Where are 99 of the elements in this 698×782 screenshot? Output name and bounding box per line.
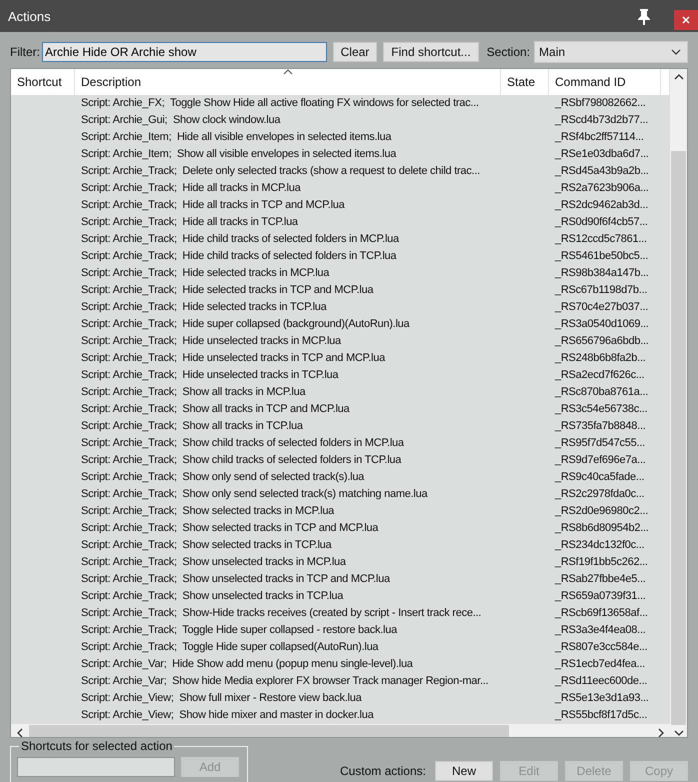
column-header[interactable]: Command ID (549, 69, 661, 95)
table-cell-text: _RS98b384a147b... (554, 266, 650, 281)
table-cell-text: Script: Archie_Track; Show unselected tracks in MCP.lua (80, 555, 347, 570)
column-header[interactable]: Shortcut (11, 69, 75, 95)
table-cell-text: _RS735fa7b8848... (554, 419, 647, 434)
column-header[interactable]: Description (75, 69, 501, 95)
table-cell-text: Script: Archie_Track; Show selected tracks in TCP.lua (80, 538, 333, 553)
table-cell-text: Script: Archie_Track; Show selected tracks in TCP and MCP.lua (80, 521, 380, 536)
table-cell-text: _RS5e13e3d1a93... (554, 691, 650, 706)
table-cell-text: Script: Archie_Track; Show only send selected track(s) matching name.lua (80, 487, 429, 502)
toolbar-button[interactable]: Clear (332, 42, 378, 62)
scroll-right-icon[interactable] (657, 728, 665, 737)
table-cell-text: Script: Archie_Track; Show child tracks of selected folders in TCP.lua (80, 453, 402, 468)
filter-label: Filter: (10, 45, 40, 59)
table-cell-text: Script: Archie_Track; Hide all tracks in MCP.lua (80, 181, 302, 196)
table-cell-text: _RS3c54e56738c... (554, 402, 648, 417)
table-cell-text: Script: Archie_Track; Hide child tracks of selected folders in TCP.lua (80, 249, 398, 264)
table-cell-text: Script: Archie_Track; Hide selected tracks in TCP.lua (80, 300, 328, 315)
custom-actions-label: Custom actions: (340, 764, 426, 778)
table-cell-text: _RS659a0739f31... (554, 589, 647, 604)
chevron-icon (671, 49, 681, 55)
table-cell-text: _RS2c2978fda0c... (554, 487, 646, 502)
table-cell-text: _RS0d90f6f4cb57... (554, 215, 649, 230)
filter-field[interactable]: Archie Hide OR Archie show (42, 42, 327, 62)
table-cell-text: _RSbf798082662... (554, 96, 647, 111)
table-cell-text: Script: Archie_Track; Hide unselected tracks in MCP.lua (80, 334, 342, 349)
scroll-left-icon[interactable] (16, 728, 24, 737)
table-cell-text: Script: Archie_Track; Toggle Hide super collapsed(AutoRun).lua (80, 640, 380, 655)
table-cell-text: _RSf4bc2ff57114... (554, 130, 645, 145)
table-cell-text: _RSd45a43b9a2b... (554, 164, 650, 179)
table-cell-text: Script: Archie_Track; Hide super collapsed (background)(AutoRun).lua (80, 317, 411, 332)
table-cell-text: Script: Archie_Track; Show all tracks in TCP and MCP.lua (80, 402, 351, 417)
table-cell-text: _RS2d0e96980c2... (554, 504, 649, 519)
table-cell-text: Script: Archie_Track; Show only send of selected track(s).lua (80, 470, 366, 485)
table-cell-text: Script: Archie_Track; Delete only selected tracks (show a request to delete child trac... (80, 164, 481, 179)
window-title: Actions (8, 8, 51, 24)
table-cell-text: _RS3a0540d1069... (554, 317, 650, 332)
table-cell-text: _RS2a7623b906a... (554, 181, 650, 196)
table-cell-text: _RSc870ba8761a... (554, 385, 649, 400)
vertical-scrollbar[interactable] (670, 69, 687, 737)
table-cell-text: _RS3a3e4f4ea08... (554, 623, 647, 638)
table-cell-text: Script: Archie_Track; Show child tracks of selected folders in MCP.lua (80, 436, 405, 451)
table-cell-text: _RS1ecb7ed4fea... (554, 657, 646, 672)
table-cell-text: Script: Archie_Item; Show all visible envelopes in selected items.lua (80, 147, 398, 162)
shortcut-field[interactable] (17, 757, 175, 777)
pin-icon[interactable] (638, 9, 650, 25)
scroll-up-icon[interactable] (674, 73, 684, 81)
table-cell-text: _RSab27fbbe4e5... (554, 572, 647, 587)
custom-action-button[interactable]: New (435, 761, 493, 781)
table-cell-text: _RSf19f1bb5c262... (554, 555, 649, 570)
table-cell-text: _RS234dc132f0c... (554, 538, 646, 553)
table-cell-text: Script: Archie_Track; Show all tracks in TCP.lua (80, 419, 304, 434)
close-button[interactable] (674, 10, 698, 30)
table-cell-text: _RS9c40ca5fade... (554, 470, 646, 485)
table-cell-text: _RS12ccd5c7861... (554, 232, 648, 247)
table-cell-text: _RS70c4e27b037... (554, 300, 649, 315)
section-label: Section: (486, 45, 530, 59)
table-cell-text: Script: Archie_Track; Toggle Hide super collapsed - restore back.lua (80, 623, 398, 638)
table-cell-text: _RS248b6b8fa2b... (554, 351, 647, 366)
table-cell-text: Script: Archie_Track; Hide unselected tracks in TCP and MCP.lua (80, 351, 386, 366)
toolbar-button[interactable]: Find shortcut... (383, 42, 479, 62)
table-cell-text: _RSa2ecd7f626c... (554, 368, 646, 383)
table-cell-text: Script: Archie_Track; Hide child tracks of selected folders in MCP.lua (80, 232, 400, 247)
group-title: Shortcuts for selected action (19, 739, 174, 753)
table-cell-text: Script: Archie_Var; Show hide Media explorer FX browser Track manager Region-mar... (80, 674, 490, 689)
table-cell-text: _RScd4b73d2b77... (554, 113, 649, 128)
table-cell-text: Script: Archie_Track; Hide all tracks in TCP.lua (80, 215, 299, 230)
table-cell-text: _RS2dc9462ab3d... (554, 198, 649, 213)
table-cell-text: _RSd11eec600de... (554, 674, 648, 689)
table-cell-text: _RS5461be50bc5... (554, 249, 649, 264)
scroll-down-icon[interactable] (674, 729, 684, 737)
table-cell-text: Script: Archie_Item; Hide all visible envelopes in selected items.lua (80, 130, 392, 145)
table-cell-text: _RS807e3cc584e... (554, 640, 648, 655)
table-cell-text: Script: Archie_Var; Hide Show add menu (popup menu single-level).lua (80, 657, 414, 672)
table-cell-text: Script: Archie_View; Show hide mixer and master in docker.lua (80, 708, 375, 723)
table-cell-text: Script: Archie_Track; Hide all tracks in TCP and MCP.lua (80, 198, 346, 213)
table-cell-text: _RSc67b1198d7b... (554, 283, 648, 298)
table-cell-text: _RSe1e03dba6d7... (554, 147, 650, 162)
table-cell-text: _RS95f7d547c55... (554, 436, 646, 451)
table-cell-text: Script: Archie_Track; Show-Hide tracks receives (created by script - Insert track rece... (80, 606, 482, 621)
table-cell-text: _RScb69f13658af... (554, 606, 649, 621)
section-dropdown[interactable]: Main (534, 41, 688, 63)
table-cell-text: Script: Archie_FX; Toggle Show Hide all active floating FX windows for selected trac... (80, 96, 480, 111)
table-cell-text: Script: Archie_Track; Hide unselected tracks in TCP.lua (80, 368, 340, 383)
column-header[interactable]: State (501, 69, 549, 95)
table-cell-text: Script: Archie_Track; Show selected tracks in MCP.lua (80, 504, 336, 519)
table-cell-text: Script: Archie_Track; Hide selected tracks in MCP.lua (80, 266, 330, 281)
table-cell-text: Script: Archie_View; Show full mixer - Restore view back.lua (80, 691, 363, 706)
table-cell-text: _RS55bcf8f17d5c... (554, 708, 648, 723)
table-cell-text: _RS656796a6bdb... (554, 334, 650, 349)
horizontal-scrollbar[interactable] (11, 724, 670, 737)
table-cell-text: Script: Archie_Track; Show all tracks in MCP.lua (80, 385, 307, 400)
table-cell-text: Script: Archie_Gui; Show clock window.lua (80, 113, 282, 128)
table-cell-text: Script: Archie_Track; Show unselected tracks in TCP.lua (80, 589, 344, 604)
table-cell-text: _RS8b6d80954b2... (554, 521, 650, 536)
close-icon (682, 16, 690, 24)
table-cell-text: _RS9d7ef696e7a... (554, 453, 647, 468)
table-cell-text: Script: Archie_Track; Hide selected tracks in TCP and MCP.lua (80, 283, 374, 298)
table-cell-text: Script: Archie_Track; Show unselected tracks in TCP and MCP.lua (80, 572, 392, 587)
